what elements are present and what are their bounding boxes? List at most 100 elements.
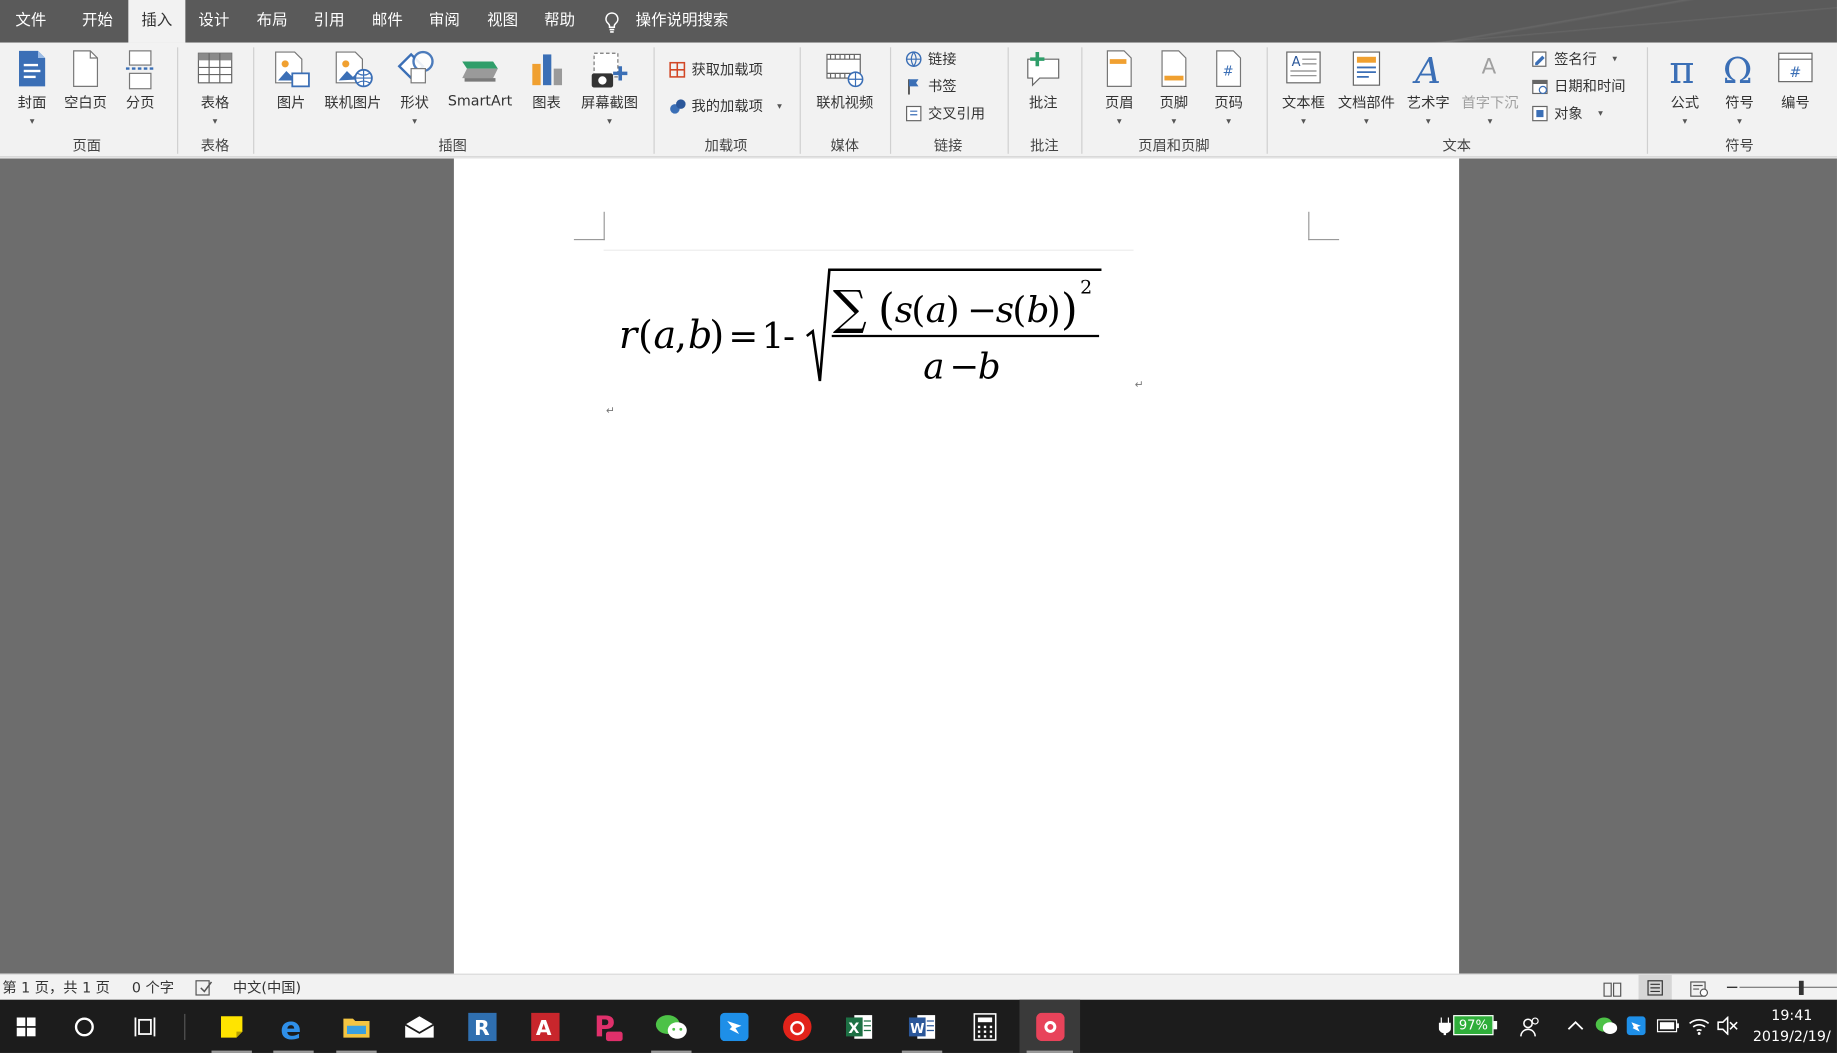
svg-text:A: A	[1292, 55, 1301, 70]
chart-button[interactable]: 图表	[520, 43, 572, 135]
taskbar-word[interactable]: W	[895, 1000, 950, 1053]
taskbar-autocad[interactable]: A	[518, 1000, 573, 1053]
online-video-button[interactable]: 联机视频	[812, 43, 879, 135]
taskbar-mail[interactable]	[392, 1000, 447, 1053]
object-button[interactable]: 对象 ▾	[1532, 102, 1639, 126]
taskbar-wechat[interactable]	[644, 1000, 699, 1053]
taskbar-file-explorer[interactable]	[329, 1000, 384, 1053]
smartart-button[interactable]: SmartArt	[443, 43, 517, 135]
tab-mailings[interactable]: 邮件	[359, 0, 416, 43]
zoom-slider-track[interactable]	[1739, 986, 1837, 988]
autocad-icon: A	[531, 1012, 560, 1041]
page-number-label: 页码	[1214, 94, 1243, 112]
chevron-down-icon: ▾	[212, 115, 218, 127]
group-label-pages: 页面	[72, 137, 101, 154]
header-button[interactable]: 页眉 ▾	[1093, 43, 1145, 135]
online-picture-button[interactable]: 联机图片	[318, 43, 387, 135]
start-button[interactable]	[0, 1000, 52, 1053]
zoom-out-button[interactable]: −	[1725, 975, 1739, 1001]
eq-sum: ∑	[833, 281, 867, 336]
tab-review[interactable]: 审阅	[416, 0, 473, 43]
tray-dingtalk[interactable]	[1624, 1000, 1650, 1053]
get-addins-button[interactable]: 获取加载项	[669, 58, 795, 82]
tab-help[interactable]: 帮助	[531, 0, 588, 43]
chevron-down-icon: ▾	[1598, 107, 1603, 119]
tab-references[interactable]: 引用	[301, 0, 358, 43]
web-layout-icon[interactable]	[1690, 980, 1709, 997]
cover-page-button[interactable]: 封面 ▾	[7, 43, 57, 135]
tray-wifi[interactable]	[1686, 1000, 1712, 1053]
my-addins-button[interactable]: 我的加载项 ▾	[669, 95, 795, 119]
blank-page-button[interactable]: 空白页	[59, 43, 111, 135]
drop-cap-button[interactable]: A 首字下沉 ▾	[1457, 43, 1524, 135]
tab-home[interactable]: 开始	[69, 0, 126, 43]
picture-button[interactable]: 图片	[264, 43, 319, 135]
tab-insert[interactable]: 插入	[128, 0, 186, 43]
new-comment-button[interactable]: 批注	[1017, 43, 1069, 135]
bookmark-button[interactable]: 书签	[905, 75, 1000, 99]
taskbar-screen-capture[interactable]	[1019, 999, 1081, 1053]
tab-file[interactable]: 文件	[0, 0, 62, 43]
svg-text:X: X	[848, 1020, 859, 1036]
wordart-icon: A	[1412, 51, 1441, 88]
battery-percent: 97%	[1458, 1017, 1488, 1033]
read-mode-icon[interactable]	[1603, 980, 1622, 997]
cross-reference-button[interactable]: 交叉引用	[905, 102, 1000, 126]
show-hidden-icons-button[interactable]	[1564, 1000, 1588, 1053]
print-layout-icon[interactable]	[1638, 974, 1672, 1001]
taskbar-edge[interactable]: e	[266, 1000, 321, 1053]
proofing-icon[interactable]	[195, 978, 214, 997]
chevron-up-icon	[1567, 1020, 1584, 1030]
taskbar-netease-music[interactable]	[770, 1000, 825, 1053]
tray-wechat[interactable]	[1593, 1000, 1619, 1053]
svg-text:π: π	[1669, 50, 1694, 88]
signature-line-button[interactable]: 签名行 ▾	[1532, 47, 1639, 71]
equation-object[interactable]: r ( a , b ) = 1 - ∑ ( s ( a) − s (b) …	[614, 263, 1137, 393]
taskbar-clock[interactable]: 19:41 2019/2/19/	[1747, 1004, 1837, 1047]
power-plug-icon	[1438, 1017, 1451, 1036]
number-button[interactable]: # 编号	[1768, 43, 1823, 135]
screenshot-button[interactable]: 屏幕截图 ▾	[575, 43, 644, 135]
wordart-button[interactable]: A 艺术字 ▾	[1402, 43, 1454, 135]
task-view-icon	[134, 1016, 156, 1036]
page-number-button[interactable]: # 页码 ▾	[1202, 43, 1254, 135]
task-view-button[interactable]	[119, 1000, 174, 1053]
taskbar-excel[interactable]: X	[832, 1000, 887, 1053]
picture-icon	[275, 51, 310, 88]
symbol-button[interactable]: Ω 符号 ▾	[1713, 43, 1765, 135]
link-button[interactable]: 链接	[905, 47, 1000, 71]
taskbar-calculator[interactable]	[958, 1000, 1013, 1053]
battery-status[interactable]: 97%	[1437, 1000, 1499, 1053]
document-canvas[interactable]: r ( a , b ) = 1 - ∑ ( s ( a) − s (b) …	[0, 158, 1837, 974]
taskbar-kpm[interactable]: P	[581, 1000, 636, 1053]
shapes-button[interactable]: 形状 ▾	[390, 43, 440, 135]
tray-volume-muted[interactable]	[1715, 1000, 1741, 1053]
taskbar-revit[interactable]: R	[455, 1000, 510, 1053]
taskbar-dingtalk[interactable]	[707, 1000, 762, 1053]
page-count-status[interactable]: 第 1 页，共 1 页	[2, 975, 110, 1001]
document-page[interactable]: r ( a , b ) = 1 - ∑ ( s ( a) − s (b) …	[453, 158, 1460, 974]
table-button[interactable]: 表格 ▾	[188, 43, 243, 135]
people-button[interactable]	[1516, 1000, 1545, 1053]
tray-battery[interactable]	[1654, 1000, 1683, 1053]
text-box-button[interactable]: A 文本框 ▾	[1276, 43, 1331, 135]
word-count-status[interactable]: 0 个字	[132, 975, 174, 1001]
chevron-down-icon: ▾	[1116, 115, 1122, 127]
equation-button[interactable]: π 公式 ▾	[1659, 43, 1711, 135]
page-number-icon: #	[1216, 50, 1242, 87]
tab-layout[interactable]: 布局	[244, 0, 301, 43]
comment-icon	[1027, 52, 1060, 87]
quick-parts-button[interactable]: 文档部件 ▾	[1333, 43, 1400, 135]
table-label: 表格	[200, 94, 230, 112]
zoom-slider-thumb[interactable]	[1798, 980, 1804, 995]
page-break-button[interactable]: 分页	[116, 43, 164, 135]
eq-s1-lparen: (	[911, 290, 925, 331]
online-picture-label: 联机图片	[324, 94, 382, 112]
tab-view[interactable]: 视图	[474, 0, 531, 43]
language-status[interactable]: 中文(中国)	[233, 975, 301, 1001]
date-time-button[interactable]: 日期和时间	[1532, 75, 1639, 99]
footer-button[interactable]: 页脚 ▾	[1148, 43, 1200, 135]
taskbar-sticky-notes[interactable]	[204, 1000, 259, 1053]
cortana-button[interactable]	[57, 1000, 112, 1053]
tab-design[interactable]: 设计	[185, 0, 242, 43]
